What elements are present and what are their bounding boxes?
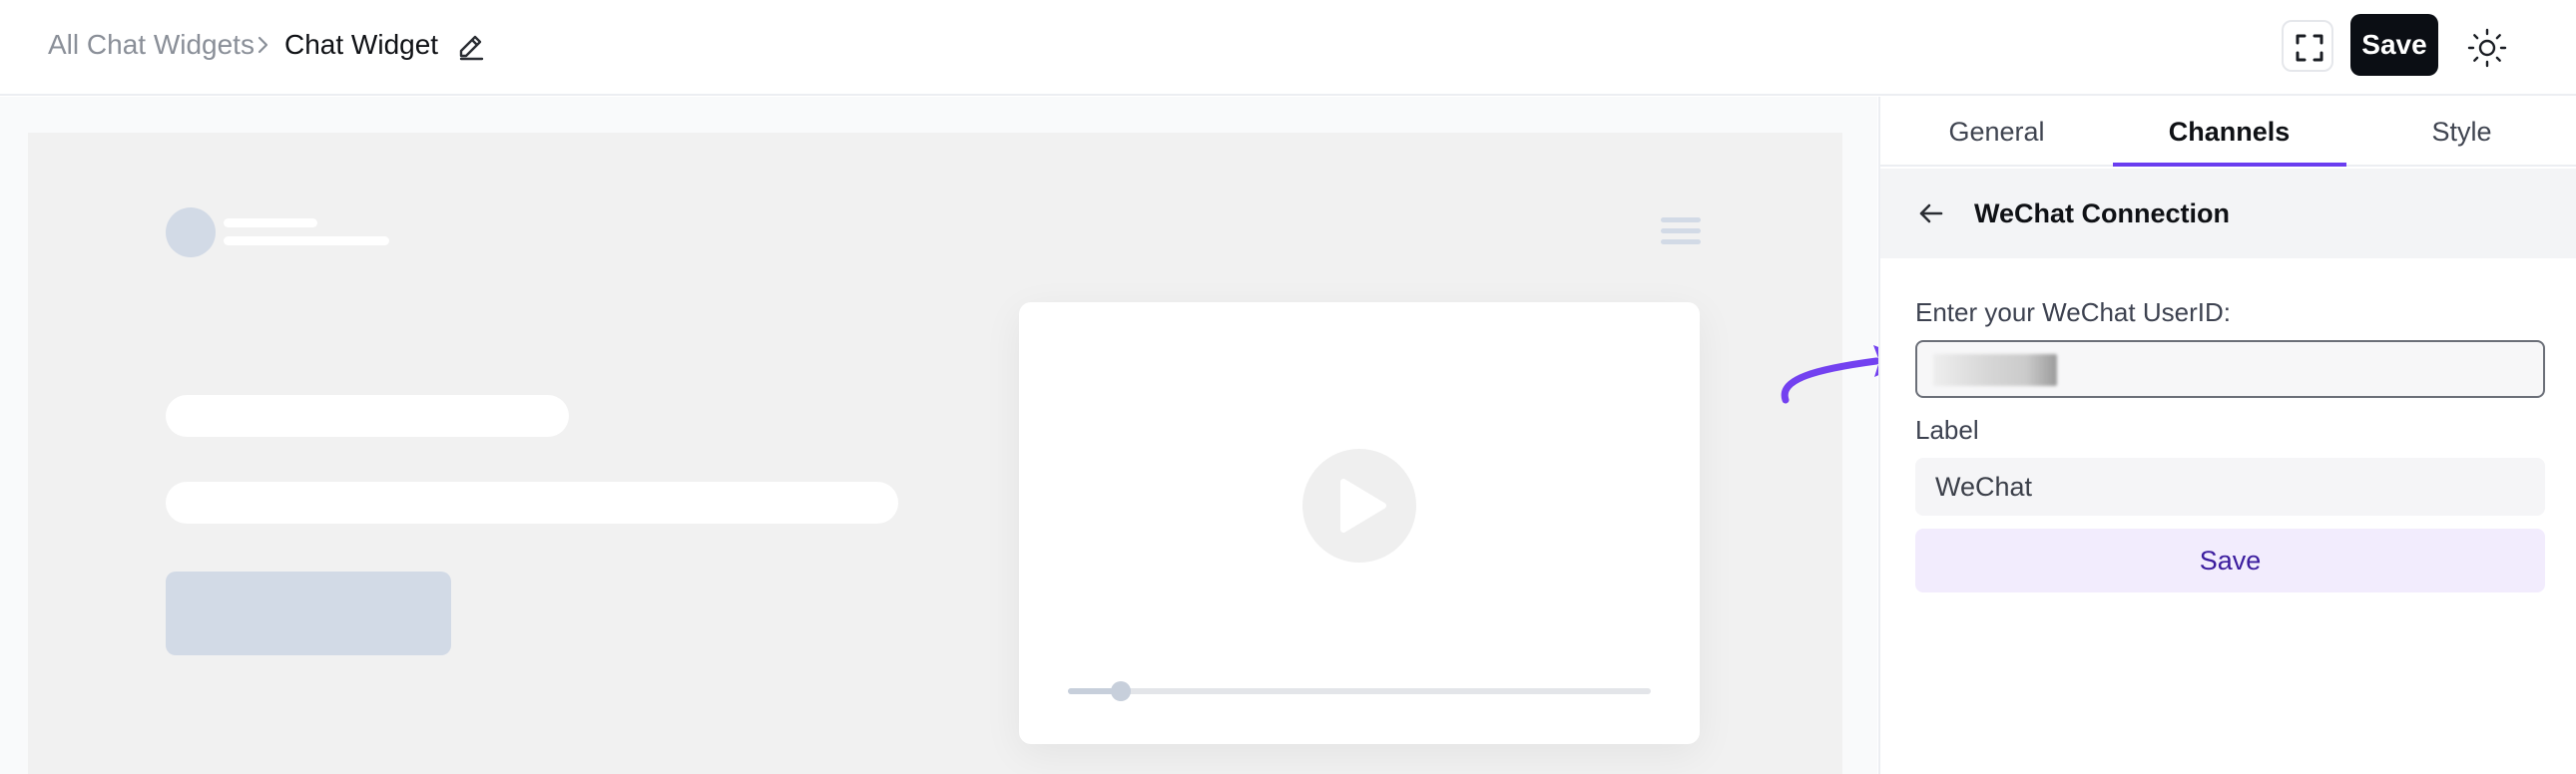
settings-panel: General Channels Style WeChat Connection… bbox=[1878, 97, 2576, 774]
tab-channels[interactable]: Channels bbox=[2113, 97, 2345, 167]
skeleton-heading bbox=[166, 395, 569, 437]
fullscreen-button[interactable] bbox=[2282, 20, 2333, 72]
video-progress-track bbox=[1068, 681, 1651, 701]
skeleton-line bbox=[224, 218, 317, 227]
tab-style[interactable]: Style bbox=[2345, 97, 2576, 167]
sun-icon[interactable] bbox=[2465, 26, 2509, 70]
breadcrumb-current: Chat Widget bbox=[284, 29, 439, 60]
skeleton-line bbox=[224, 236, 389, 245]
chevron-right-icon bbox=[258, 36, 268, 54]
top-bar: All Chat Widgets Chat Widget Save bbox=[0, 0, 2576, 96]
play-icon bbox=[1302, 449, 1416, 563]
label-field-label: Label bbox=[1915, 415, 1979, 445]
channel-header: WeChat Connection bbox=[1880, 169, 2576, 258]
channel-title: WeChat Connection bbox=[1974, 198, 2230, 228]
save-button[interactable]: Save bbox=[2350, 14, 2438, 76]
tab-general[interactable]: General bbox=[1880, 97, 2113, 167]
blurred-userid-value bbox=[1933, 354, 2057, 386]
skeleton-text bbox=[166, 482, 898, 524]
channel-save-button[interactable]: Save bbox=[1915, 529, 2545, 592]
expand-icon bbox=[2296, 34, 2323, 62]
skeleton-button bbox=[166, 572, 451, 655]
preview-area bbox=[0, 97, 1877, 774]
edit-icon[interactable] bbox=[455, 30, 487, 62]
active-tab-indicator bbox=[2113, 163, 2346, 167]
skeleton-avatar bbox=[166, 207, 216, 257]
video-progress-knob bbox=[1110, 681, 1131, 701]
userid-label: Enter your WeChat UserID: bbox=[1915, 297, 2231, 327]
website-preview bbox=[28, 133, 1842, 774]
arrow-left-icon[interactable] bbox=[1914, 196, 1948, 230]
wechat-userid-input[interactable] bbox=[1915, 340, 2545, 398]
breadcrumb-parent-link[interactable]: All Chat Widgets bbox=[48, 28, 255, 62]
tab-bar: General Channels Style bbox=[1880, 97, 2576, 167]
video-card bbox=[1019, 302, 1700, 744]
menu-icon bbox=[1661, 217, 1701, 244]
label-input[interactable]: WeChat bbox=[1915, 458, 2545, 516]
